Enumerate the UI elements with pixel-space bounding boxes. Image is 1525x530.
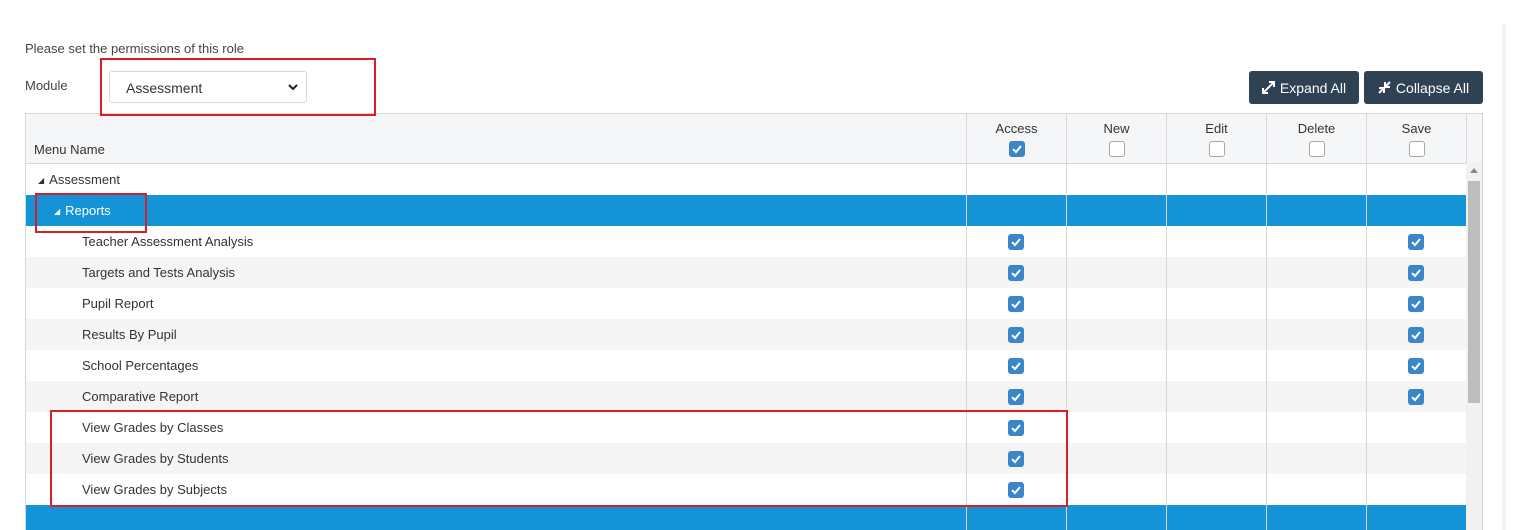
table-row[interactable]: Teacher Assessment Analysis xyxy=(26,226,1466,257)
save-checkbox[interactable] xyxy=(1408,265,1424,281)
header-spacer xyxy=(1466,114,1482,163)
row-menu-name: Pupil Report xyxy=(82,296,154,311)
column-header-save: Save xyxy=(1366,114,1466,163)
access-checkbox[interactable] xyxy=(1008,389,1024,405)
column-header-label: Save xyxy=(1401,121,1432,136)
table-row[interactable]: Comparative Report xyxy=(26,381,1466,412)
save-checkbox[interactable] xyxy=(1408,358,1424,374)
collapse-all-button[interactable]: Collapse All xyxy=(1364,71,1483,104)
save-checkbox[interactable] xyxy=(1408,389,1424,405)
access-select-all-checkbox[interactable] xyxy=(1008,141,1025,157)
collapse-triangle-icon[interactable]: ◢ xyxy=(38,176,44,185)
row-label: Pupil Report xyxy=(82,296,154,311)
highlight-module-select xyxy=(100,58,376,116)
row-menu-name: School Percentages xyxy=(82,358,198,373)
column-header-edit: Edit xyxy=(1166,114,1266,163)
table-row[interactable]: ◢ Reports xyxy=(26,195,1466,226)
row-menu-name: Teacher Assessment Analysis xyxy=(82,234,253,249)
delete-select-all-checkbox[interactable] xyxy=(1308,141,1325,157)
collapse-all-label: Collapse All xyxy=(1395,79,1470,96)
highlight-view-grades-rows xyxy=(50,410,1068,507)
intro-text: Please set the permissions of this role xyxy=(25,41,244,56)
new-select-all-checkbox[interactable] xyxy=(1108,141,1125,157)
highlight-reports-row xyxy=(35,193,147,233)
module-label: Module xyxy=(25,78,68,93)
save-select-all-checkbox[interactable] xyxy=(1408,141,1425,157)
column-header-label: Edit xyxy=(1205,121,1228,136)
row-label: Comparative Report xyxy=(82,389,199,404)
column-divider xyxy=(1266,163,1267,530)
table-row[interactable]: Pupil Report xyxy=(26,288,1466,319)
edit-select-all-checkbox[interactable] xyxy=(1208,141,1225,157)
row-menu-name: Targets and Tests Analysis xyxy=(82,265,235,280)
column-header-label: New xyxy=(1103,121,1130,136)
grid-scrollbar[interactable] xyxy=(1466,163,1482,530)
grid-header: Menu Name Access New Edit Delete Save xyxy=(26,114,1482,164)
expand-icon xyxy=(1261,81,1275,94)
table-row[interactable]: Targets and Tests Analysis xyxy=(26,257,1466,288)
row-label: Assessment xyxy=(49,172,120,187)
table-row[interactable] xyxy=(26,505,1466,530)
save-checkbox[interactable] xyxy=(1408,234,1424,250)
row-label: Teacher Assessment Analysis xyxy=(82,234,254,249)
collapse-icon xyxy=(1378,81,1391,94)
column-header-new: New xyxy=(1066,114,1166,163)
page-edge xyxy=(1502,24,1506,530)
save-checkbox[interactable] xyxy=(1408,296,1424,312)
row-menu-name: ◢ Assessment xyxy=(38,172,120,187)
row-label: Results By Pupil xyxy=(82,327,177,342)
row-menu-name: Comparative Report xyxy=(82,389,198,404)
access-checkbox[interactable] xyxy=(1008,265,1024,281)
menu-name-header: Menu Name xyxy=(34,142,105,157)
expand-all-button[interactable]: Expand All xyxy=(1249,71,1359,104)
row-menu-name: Results By Pupil xyxy=(82,327,177,342)
access-checkbox[interactable] xyxy=(1008,296,1024,312)
column-divider xyxy=(1366,163,1367,530)
scroll-up-icon[interactable] xyxy=(1470,168,1478,173)
column-header-label: Access xyxy=(995,121,1038,136)
column-divider xyxy=(1166,163,1167,530)
save-checkbox[interactable] xyxy=(1408,327,1424,343)
scroll-thumb[interactable] xyxy=(1468,181,1480,403)
column-header-delete: Delete xyxy=(1266,114,1366,163)
table-row[interactable]: School Percentages xyxy=(26,350,1466,381)
table-row[interactable]: Results By Pupil xyxy=(26,319,1466,350)
access-checkbox[interactable] xyxy=(1008,234,1024,250)
column-header-access: Access xyxy=(966,114,1066,163)
table-row[interactable]: ◢ Assessment xyxy=(26,164,1466,195)
column-header-label: Delete xyxy=(1297,121,1336,136)
access-checkbox[interactable] xyxy=(1008,358,1024,374)
access-checkbox[interactable] xyxy=(1008,327,1024,343)
row-label: School Percentages xyxy=(82,358,199,373)
row-label: Targets and Tests Analysis xyxy=(82,265,235,280)
expand-all-label: Expand All xyxy=(1279,79,1347,96)
